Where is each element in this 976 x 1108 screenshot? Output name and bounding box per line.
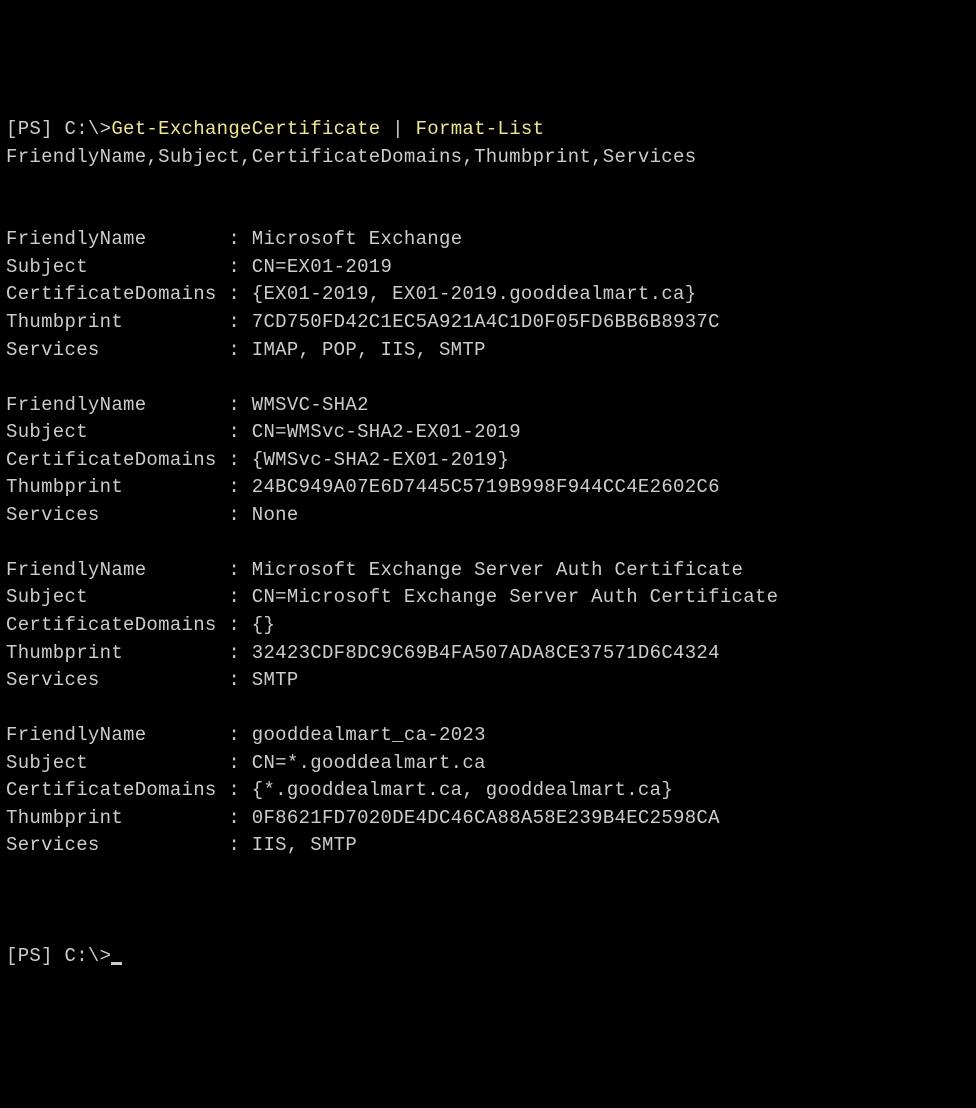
field-label: Subject (6, 421, 88, 443)
field-value: Microsoft Exchange Server Auth Certifica… (252, 559, 743, 581)
field-label: Thumbprint (6, 476, 123, 498)
cursor-icon (111, 962, 122, 965)
field-value: CN=Microsoft Exchange Server Auth Certif… (252, 586, 779, 608)
field-label: Thumbprint (6, 807, 123, 829)
field-label: Services (6, 339, 100, 361)
prompt-bracket-open: [ (6, 945, 18, 967)
field-label: CertificateDomains (6, 283, 217, 305)
cert-block-0: FriendlyName : Microsoft Exchange Subjec… (6, 228, 720, 360)
prompt-ps: PS (18, 118, 41, 140)
field-value: 24BC949A07E6D7445C5719B998F944CC4E2602C6 (252, 476, 720, 498)
field-label: Subject (6, 752, 88, 774)
field-value: {EX01-2019, EX01-2019.gooddealmart.ca} (252, 283, 697, 305)
prompt-ps: PS (18, 945, 41, 967)
field-label: Services (6, 834, 100, 856)
field-label: Services (6, 504, 100, 526)
field-value: CN=*.gooddealmart.ca (252, 752, 486, 774)
prompt-path: C:\ (53, 945, 100, 967)
field-value: {*.gooddealmart.ca, gooddealmart.ca} (252, 779, 673, 801)
command-pipe: | (380, 118, 415, 140)
field-value: {WMSvc-SHA2-EX01-2019} (252, 449, 509, 471)
field-label: FriendlyName (6, 559, 146, 581)
field-value: {} (252, 614, 275, 636)
prompt-bracket-close: ] (41, 945, 53, 967)
field-value: Microsoft Exchange (252, 228, 463, 250)
field-label: CertificateDomains (6, 449, 217, 471)
field-label: FriendlyName (6, 394, 146, 416)
command-cmdlet1: Get-ExchangeCertificate (111, 118, 380, 140)
field-label: FriendlyName (6, 724, 146, 746)
field-value: IMAP, POP, IIS, SMTP (252, 339, 486, 361)
cert-block-3: FriendlyName : gooddealmart_ca-2023 Subj… (6, 724, 720, 856)
field-label: FriendlyName (6, 228, 146, 250)
field-value: 32423CDF8DC9C69B4FA507ADA8CE37571D6C4324 (252, 642, 720, 664)
field-value: None (252, 504, 299, 526)
field-value: SMTP (252, 669, 299, 691)
field-label: Subject (6, 586, 88, 608)
prompt-line: [PS] C:\> (6, 945, 122, 967)
field-label: CertificateDomains (6, 614, 217, 636)
cert-block-1: FriendlyName : WMSVC-SHA2 Subject : CN=W… (6, 394, 720, 526)
field-label: Subject (6, 256, 88, 278)
field-value: gooddealmart_ca-2023 (252, 724, 486, 746)
field-label: Thumbprint (6, 311, 123, 333)
field-value: CN=EX01-2019 (252, 256, 392, 278)
field-value: 0F8621FD7020DE4DC46CA88A58E239B4EC2598CA (252, 807, 720, 829)
command-cmdlet2: Format-List (416, 118, 545, 140)
field-value: 7CD750FD42C1EC5A921A4C1D0F05FD6BB6B8937C (252, 311, 720, 333)
prompt-line: [PS] C:\>Get-ExchangeCertificate | Forma… (6, 118, 696, 168)
field-label: Services (6, 669, 100, 691)
prompt-arrow: > (100, 945, 112, 967)
field-value: WMSVC-SHA2 (252, 394, 369, 416)
prompt-path: C:\ (53, 118, 100, 140)
field-value: CN=WMSvc-SHA2-EX01-2019 (252, 421, 521, 443)
cert-block-2: FriendlyName : Microsoft Exchange Server… (6, 559, 778, 691)
prompt-bracket-close: ] (41, 118, 53, 140)
field-label: Thumbprint (6, 642, 123, 664)
field-value: IIS, SMTP (252, 834, 357, 856)
terminal-output[interactable]: [PS] C:\>Get-ExchangeCertificate | Forma… (6, 116, 970, 970)
prompt-arrow: > (100, 118, 112, 140)
field-label: CertificateDomains (6, 779, 217, 801)
prompt-bracket-open: [ (6, 118, 18, 140)
